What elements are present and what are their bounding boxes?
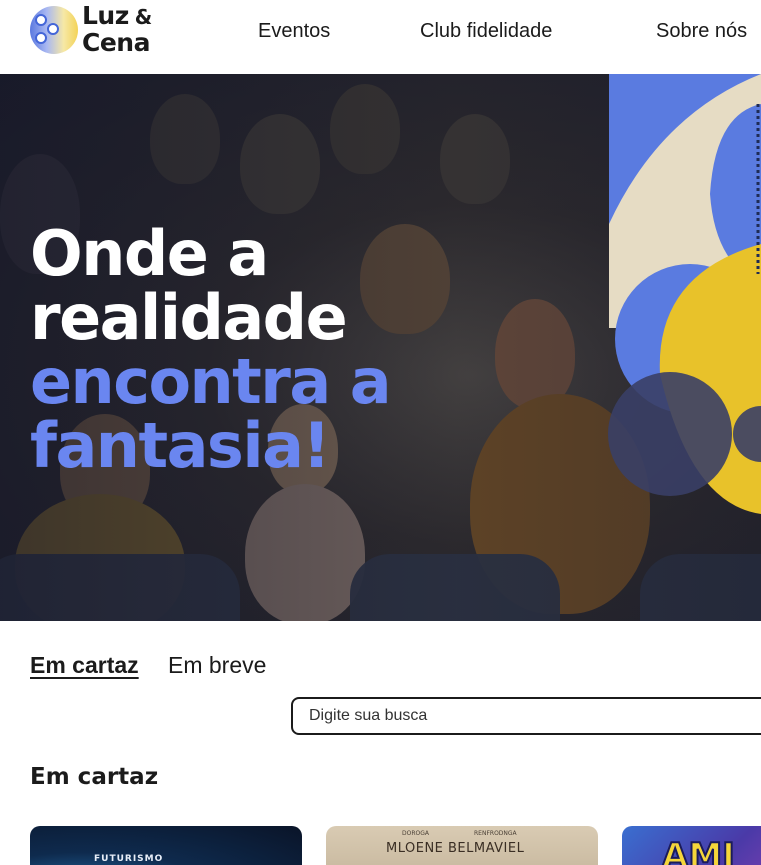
site-header: Luz & Cena Eventos Club fidelidade Sobre … (0, 0, 761, 74)
nav-item-club-fidelidade[interactable]: Club fidelidade (420, 20, 552, 43)
decorative-shapes (608, 74, 761, 514)
poster-2-credit-left: DOROGA (402, 830, 429, 837)
hero-line-3: encontra a (30, 345, 392, 418)
movie-poster-3[interactable]: AMI (622, 826, 761, 865)
hero-line-2: realidade (30, 281, 348, 354)
hero-line-1: Onde a (30, 217, 269, 290)
search-input[interactable] (291, 697, 761, 735)
hero-line-4: fantasia! (30, 409, 331, 482)
movie-poster-1[interactable]: FUTURISMO (30, 826, 302, 865)
poster-2-credit-right: RENFRODNGA (474, 830, 517, 837)
poster-3-title: AMI (661, 835, 736, 865)
movie-poster-2[interactable]: DOROGA RENFRODNGA MLOENE BELMAVIEL (326, 826, 598, 865)
tab-em-cartaz[interactable]: Em cartaz (30, 652, 139, 679)
hero-banner: Onde a realidade encontra a fantasia! (0, 74, 761, 621)
poster-1-title: FUTURISMO (94, 854, 164, 864)
main-nav: Eventos Club fidelidade Sobre nós (0, 20, 761, 44)
nav-item-eventos[interactable]: Eventos (258, 20, 330, 43)
hero-headline: Onde a realidade encontra a fantasia! (30, 217, 392, 482)
nav-item-sobre-nos[interactable]: Sobre nós (656, 20, 747, 43)
section-title: Em cartaz (30, 764, 159, 790)
shape-dark-circle (608, 372, 732, 496)
tab-em-breve[interactable]: Em breve (168, 652, 266, 679)
poster-2-title: MLOENE BELMAVIEL (386, 841, 525, 856)
